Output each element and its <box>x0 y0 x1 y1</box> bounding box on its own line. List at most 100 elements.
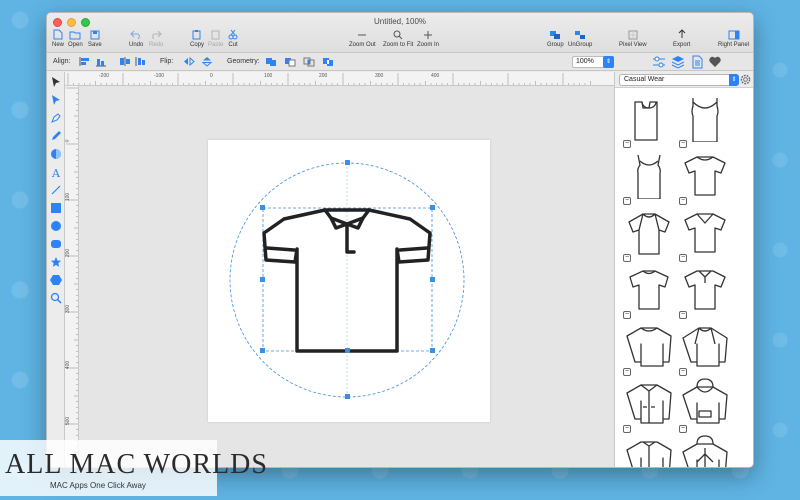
align-top-icon[interactable] <box>119 56 131 67</box>
direct-select-icon[interactable] <box>50 94 62 106</box>
zoom-tool-icon[interactable] <box>50 292 62 304</box>
favorites-heart-icon[interactable] <box>708 55 722 69</box>
flip-horizontal-icon[interactable] <box>183 56 195 67</box>
library-item-hoodie[interactable]: − <box>677 377 733 433</box>
library-item-sweatshirt[interactable]: − <box>621 320 677 376</box>
remove-item-button[interactable]: − <box>623 425 631 433</box>
redo-label: Redo <box>149 42 164 48</box>
document-icon[interactable] <box>690 55 704 69</box>
library-item-tank-top[interactable]: − <box>677 92 733 148</box>
watermark-subtitle: MAC Apps One Click Away <box>50 481 146 490</box>
rectangle-tool-icon[interactable] <box>50 202 62 214</box>
align-left-icon[interactable] <box>79 56 91 67</box>
gear-icon[interactable] <box>740 74 751 85</box>
geometry-subtract-icon[interactable] <box>284 56 296 67</box>
align-bottom-icon[interactable] <box>135 56 147 67</box>
ungroup-button[interactable]: UnGroup <box>568 29 592 48</box>
zip-hoodie-icon <box>682 435 728 467</box>
library-item-zip-hoodie[interactable]: − <box>677 434 733 467</box>
paste-button[interactable]: Paste <box>208 29 223 48</box>
app-window: Untitled, 100% New Open Save Undo Redo C… <box>46 12 754 468</box>
library-item-track-jacket[interactable]: − <box>621 434 677 467</box>
window-title: Untitled, 100% <box>373 17 427 26</box>
group-button[interactable]: Group <box>547 29 564 48</box>
remove-item-button[interactable]: − <box>679 311 687 319</box>
library-item-raglan-tee[interactable]: − <box>621 206 677 262</box>
open-label: Open <box>68 42 83 48</box>
pen-tool-icon[interactable] <box>50 112 62 124</box>
save-button[interactable]: Save <box>88 29 102 48</box>
open-button[interactable]: Open <box>68 29 83 48</box>
star-tool-icon[interactable] <box>50 256 62 268</box>
line-tool-icon[interactable] <box>50 184 62 196</box>
folder-icon <box>69 29 81 40</box>
library-item-v-neck-tee[interactable]: − <box>677 206 733 262</box>
artboard[interactable] <box>208 140 490 422</box>
horizontal-ruler: -200 -100 0 100 200 300 400 <box>65 72 614 86</box>
t-shirt-icon <box>634 101 658 141</box>
remove-item-button[interactable]: − <box>679 254 687 262</box>
remove-item-button[interactable]: − <box>679 197 687 205</box>
zoom-out-button[interactable]: Zoom Out <box>349 29 376 48</box>
remove-item-button[interactable]: − <box>679 425 687 433</box>
library-item-crew-tee[interactable]: − <box>677 149 733 205</box>
library-item-raglan-short[interactable]: − <box>621 263 677 319</box>
zoom-stepper[interactable]: ⇕ <box>603 56 614 68</box>
zoom-in-button[interactable]: Zoom In <box>417 29 439 48</box>
remove-item-button[interactable]: − <box>679 140 687 148</box>
pencil-icon[interactable] <box>50 130 62 142</box>
geometry-intersect-icon[interactable] <box>303 56 315 67</box>
right-panel-button[interactable]: Right Panel <box>718 29 749 48</box>
remove-item-button[interactable]: − <box>623 140 631 148</box>
polygon-tool-icon[interactable] <box>50 274 62 286</box>
align-center-icon[interactable] <box>95 56 107 67</box>
layers-icon[interactable] <box>671 55 685 69</box>
remove-item-button[interactable]: − <box>679 368 687 376</box>
rounded-rect-tool-icon[interactable] <box>50 238 62 250</box>
geometry-union-icon[interactable] <box>265 56 277 67</box>
remove-item-button[interactable]: − <box>623 311 631 319</box>
remove-item-button[interactable]: − <box>623 197 631 205</box>
library-item-t-shirt[interactable]: − <box>621 92 677 148</box>
chevron-down-icon: ⇕ <box>729 74 739 86</box>
new-button[interactable]: New <box>52 29 64 48</box>
options-bar: Align: Flip: Geometry: 100% ⇕ <box>47 53 753 71</box>
redo-button[interactable]: Redo <box>149 29 163 48</box>
export-button[interactable]: Export <box>673 29 690 48</box>
library-item-zip-jacket[interactable]: − <box>621 377 677 433</box>
ruler-label: 500 <box>65 416 72 426</box>
remove-item-button[interactable]: − <box>623 254 631 262</box>
v-neck-tee-icon <box>684 213 726 253</box>
cut-label: Cut <box>228 42 238 48</box>
copy-button[interactable]: Copy <box>190 29 204 48</box>
flip-vertical-icon[interactable] <box>201 56 213 67</box>
ruler-label: 0 <box>65 140 70 143</box>
remove-item-button[interactable]: − <box>623 368 631 376</box>
cut-button[interactable]: Cut <box>228 29 238 48</box>
geometry-exclude-icon[interactable] <box>322 56 334 67</box>
zoom-out-label: Zoom Out <box>349 42 376 48</box>
save-label: Save <box>88 42 102 48</box>
zoom-in-label: Zoom In <box>417 42 440 48</box>
ungroup-icon <box>574 29 586 40</box>
category-select[interactable]: Casual Wear ⇕ <box>619 74 739 86</box>
library-item-raglan-sweatshirt[interactable]: − <box>677 320 733 376</box>
ruler-label: 0 <box>210 73 213 79</box>
drawing-canvas[interactable] <box>79 86 614 467</box>
ruler-label: -100 <box>154 73 165 79</box>
ellipse-tool-icon[interactable] <box>50 220 62 232</box>
undo-button[interactable]: Undo <box>129 29 143 48</box>
zoom-to-fit-button[interactable]: Zoom to Fit <box>383 29 413 48</box>
ruler-label: 400 <box>65 360 72 370</box>
text-tool-icon[interactable]: A <box>50 166 62 178</box>
library-item-polo-shirt[interactable]: − <box>677 263 733 319</box>
selection-arrow-icon[interactable] <box>50 76 62 88</box>
polo-shirt-artwork[interactable] <box>208 140 490 422</box>
ruler-label: -200 <box>99 73 110 79</box>
pixel-view-button[interactable]: Pixel View <box>619 29 647 48</box>
new-label: New <box>52 42 65 48</box>
selection-handles[interactable] <box>260 160 435 399</box>
sliders-icon[interactable] <box>652 55 666 69</box>
fill-bucket-icon[interactable] <box>50 148 62 160</box>
library-item-tank-top-scoop[interactable]: − <box>621 149 677 205</box>
